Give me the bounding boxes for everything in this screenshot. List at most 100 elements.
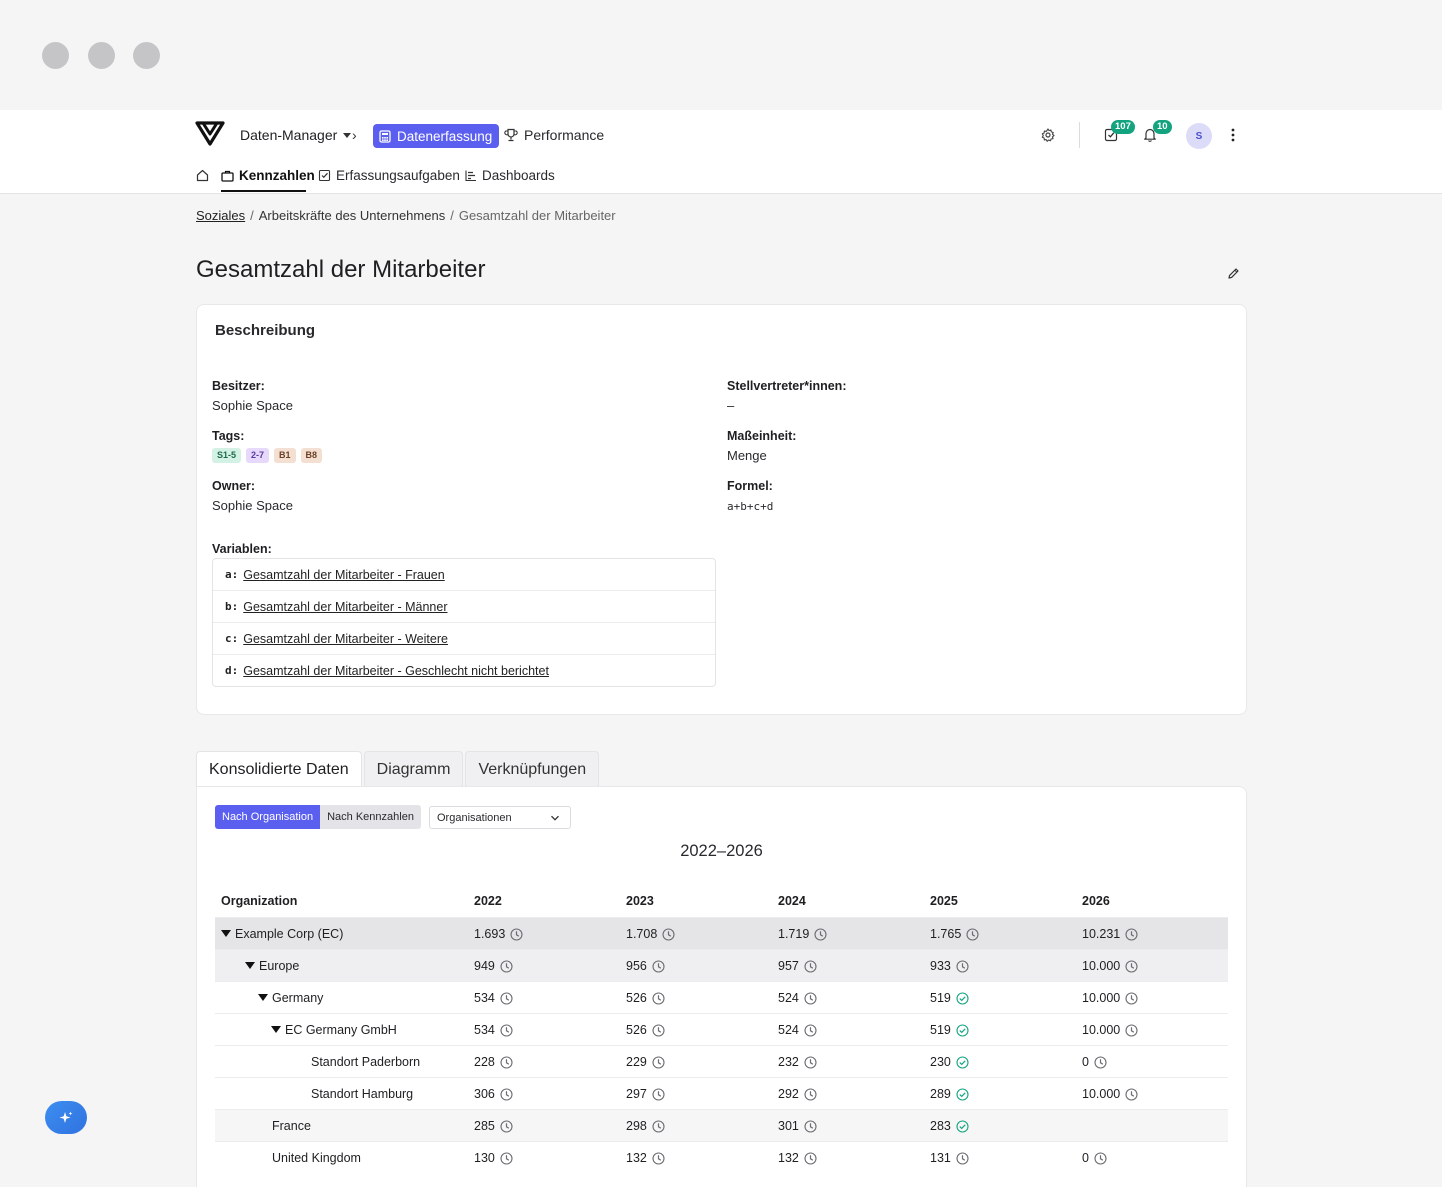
variable-link[interactable]: Gesamtzahl der Mitarbeiter - Weitere [243, 632, 448, 646]
value-cell[interactable]: 10.000 [1076, 981, 1228, 1014]
value-cell[interactable]: 301 [772, 1109, 924, 1142]
expand-triangle-icon[interactable] [221, 929, 231, 937]
check-circle-icon [956, 1087, 969, 1101]
clock-icon [652, 1023, 665, 1037]
value-cell[interactable] [1076, 1109, 1228, 1142]
value-cell[interactable]: 232 [772, 1045, 924, 1078]
table-row[interactable]: France 285 298 301 283 [215, 1109, 1228, 1142]
window-maximize-dot[interactable] [133, 42, 160, 69]
besitzer-label: Besitzer: [212, 379, 265, 393]
notifications-button[interactable]: 10 [1143, 120, 1172, 147]
value-cell[interactable]: 228 [468, 1045, 620, 1078]
nav-performance[interactable]: Performance [504, 127, 604, 143]
table-row[interactable]: Standort Paderborn 228 229 232 230 0 [215, 1045, 1228, 1078]
value-cell[interactable]: 229 [620, 1045, 772, 1078]
variable-link[interactable]: Gesamtzahl der Mitarbeiter - Geschlecht … [243, 664, 549, 678]
value-cell[interactable]: 933 [924, 949, 1076, 982]
value-cell[interactable]: 1.719 [772, 917, 924, 950]
notifications-badge: 10 [1153, 120, 1172, 134]
caret-down-icon [343, 132, 352, 138]
nav-datenerfassung[interactable]: Datenerfassung [373, 124, 500, 148]
tag-chip[interactable]: B1 [274, 448, 296, 463]
value-cell[interactable]: 132 [772, 1141, 924, 1173]
value-cell[interactable]: 0 [1076, 1141, 1228, 1173]
window-minimize-dot[interactable] [88, 42, 115, 69]
toggle-by-kennzahlen[interactable]: Nach Kennzahlen [320, 805, 421, 829]
subnav-kennzahlen[interactable]: Kennzahlen [221, 168, 315, 183]
expand-triangle-icon[interactable] [245, 961, 255, 969]
value-cell[interactable]: 534 [468, 1013, 620, 1046]
value-cell[interactable]: 0 [1076, 1045, 1228, 1078]
home-icon[interactable] [196, 169, 209, 182]
pencil-icon[interactable] [1227, 267, 1240, 280]
value-cell[interactable]: 519 [924, 1013, 1076, 1046]
value-cell[interactable]: 10.000 [1076, 1013, 1228, 1046]
table-header-row: Organization 2022 2023 2024 2025 2026 [215, 885, 1228, 918]
value-cell[interactable]: 519 [924, 981, 1076, 1014]
variable-link[interactable]: Gesamtzahl der Mitarbeiter - Frauen [243, 568, 444, 582]
value-cell[interactable]: 524 [772, 981, 924, 1014]
variable-link[interactable]: Gesamtzahl der Mitarbeiter - Männer [243, 600, 447, 614]
table-row[interactable]: Example Corp (EC) 1.693 1.708 1.719 1.765 10.… [215, 917, 1228, 950]
value-cell[interactable]: 524 [772, 1013, 924, 1046]
value-cell[interactable]: 283 [924, 1109, 1076, 1142]
table-row[interactable]: Standort Hamburg 306 297 292 289 10.000 [215, 1077, 1228, 1110]
value-cell[interactable]: 130 [468, 1141, 620, 1173]
table-row[interactable]: EC Germany GmbH 534 526 524 519 10.000 [215, 1013, 1228, 1046]
value-cell[interactable]: 957 [772, 949, 924, 982]
stellvertreter-label: Stellvertreter*innen: [727, 379, 847, 393]
value-cell[interactable]: 298 [620, 1109, 772, 1142]
value-cell[interactable]: 1.765 [924, 917, 1076, 950]
value-cell[interactable]: 949 [468, 949, 620, 982]
breadcrumb-arbeitskraefte[interactable]: Arbeitskräfte des Unternehmens [259, 208, 445, 223]
tag-chip[interactable]: 2-7 [246, 448, 270, 463]
user-avatar[interactable]: S [1186, 123, 1212, 149]
organisation-select-value: Organisationen [437, 811, 512, 824]
organization-cell: EC Germany GmbH [215, 1013, 468, 1046]
organisation-select[interactable]: Organisationen [429, 806, 571, 829]
tag-chip[interactable]: B8 [300, 448, 323, 463]
window-close-dot[interactable] [42, 42, 69, 69]
clock-icon [804, 1087, 817, 1101]
kebab-icon[interactable] [1229, 128, 1237, 142]
expand-triangle-icon[interactable] [271, 1025, 281, 1033]
value-cell[interactable]: 1.693 [468, 917, 620, 950]
value-cell[interactable]: 131 [924, 1141, 1076, 1173]
organization-cell: Standort Paderborn [215, 1045, 468, 1078]
value-cell[interactable]: 132 [620, 1141, 772, 1173]
value-cell[interactable]: 534 [468, 981, 620, 1014]
logo-icon[interactable] [195, 119, 225, 147]
assistant-button[interactable] [45, 1101, 87, 1134]
tab-konsolidierte-daten[interactable]: Konsolidierte Daten [196, 751, 362, 788]
expand-triangle-icon[interactable] [258, 993, 268, 1001]
subnav-erfassungsaufgaben[interactable]: Erfassungsaufgaben [318, 168, 460, 183]
toggle-by-organisation[interactable]: Nach Organisation [215, 805, 321, 829]
tasks-button[interactable]: 107 [1104, 120, 1135, 147]
cell-value: 957 [778, 958, 799, 973]
variable-row: d: Gesamtzahl der Mitarbeiter - Geschlec… [213, 655, 715, 686]
value-cell[interactable]: 306 [468, 1077, 620, 1110]
subnav-dashboards[interactable]: Dashboards [464, 168, 555, 183]
value-cell[interactable]: 285 [468, 1109, 620, 1142]
value-cell[interactable]: 10.000 [1076, 949, 1228, 982]
value-cell[interactable]: 526 [620, 1013, 772, 1046]
breadcrumb-soziales[interactable]: Soziales [196, 208, 245, 223]
value-cell[interactable]: 289 [924, 1077, 1076, 1110]
value-cell[interactable]: 10.231 [1076, 917, 1228, 950]
app-switcher-dropdown[interactable]: Daten-Manager [240, 127, 352, 143]
table-row[interactable]: Germany 534 526 524 519 10.000 [215, 981, 1228, 1014]
table-row[interactable]: Europe 949 956 957 933 10.000 [215, 949, 1228, 982]
table-row[interactable]: United Kingdom 130 132 132 131 0 [215, 1141, 1228, 1173]
value-cell[interactable]: 10.000 [1076, 1077, 1228, 1110]
value-cell[interactable]: 230 [924, 1045, 1076, 1078]
tab-diagramm[interactable]: Diagramm [363, 751, 464, 787]
value-cell[interactable]: 297 [620, 1077, 772, 1110]
tab-verknuepfungen[interactable]: Verknüpfungen [465, 751, 600, 787]
value-cell[interactable]: 292 [772, 1077, 924, 1110]
tag-chip[interactable]: S1-5 [212, 448, 242, 463]
value-cell[interactable]: 1.708 [620, 917, 772, 950]
value-cell[interactable]: 526 [620, 981, 772, 1014]
clock-icon [1125, 959, 1138, 973]
value-cell[interactable]: 956 [620, 949, 772, 982]
gear-icon[interactable] [1041, 128, 1055, 142]
